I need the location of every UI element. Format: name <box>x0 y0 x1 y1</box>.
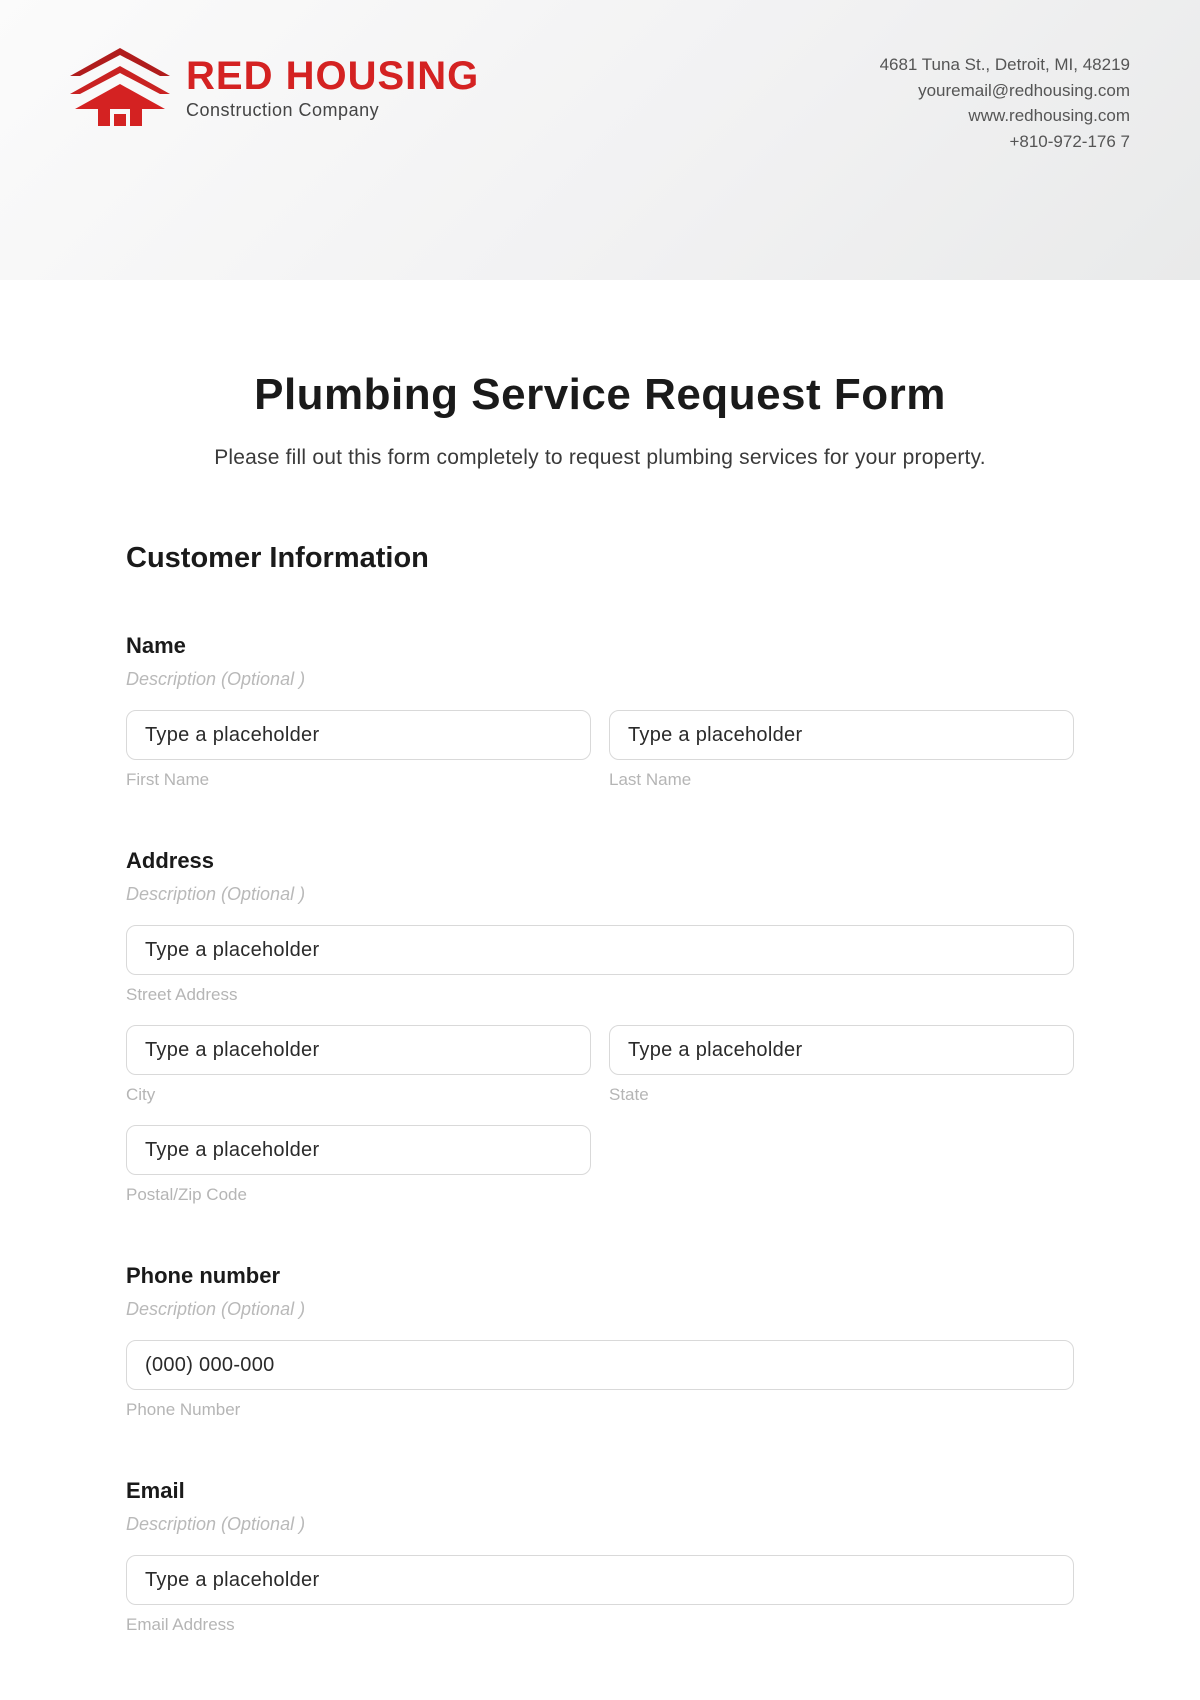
street-address-input[interactable] <box>126 925 1074 975</box>
contact-email: youremail@redhousing.com <box>880 78 1130 104</box>
intro-text: Please fill out this form completely to … <box>126 446 1074 470</box>
label-email: Email <box>126 1478 1074 1504</box>
contact-phone: +810-972-176 7 <box>880 129 1130 155</box>
phone-input[interactable] <box>126 1340 1074 1390</box>
header: RED HOUSING Construction Company 4681 Tu… <box>0 0 1200 280</box>
page-title: Plumbing Service Request Form <box>126 370 1074 420</box>
brand-subtitle: Construction Company <box>186 100 479 121</box>
group-name: Name Description (Optional ) First Name … <box>126 633 1074 790</box>
desc-address: Description (Optional ) <box>126 884 1074 905</box>
email-input[interactable] <box>126 1555 1074 1605</box>
house-logo-icon <box>70 48 170 128</box>
desc-name: Description (Optional ) <box>126 669 1074 690</box>
desc-email: Description (Optional ) <box>126 1514 1074 1535</box>
brand-name: RED HOUSING <box>186 56 479 96</box>
group-phone: Phone number Description (Optional ) Pho… <box>126 1263 1074 1420</box>
section-customer-info: Customer Information <box>126 542 1074 575</box>
brand-text: RED HOUSING Construction Company <box>186 56 479 121</box>
label-name: Name <box>126 633 1074 659</box>
sublabel-email: Email Address <box>126 1615 1074 1635</box>
group-email: Email Description (Optional ) Email Addr… <box>126 1478 1074 1635</box>
sublabel-state: State <box>609 1085 1074 1105</box>
last-name-input[interactable] <box>609 710 1074 760</box>
first-name-input[interactable] <box>126 710 591 760</box>
sublabel-city: City <box>126 1085 591 1105</box>
form-content: Plumbing Service Request Form Please fil… <box>0 280 1200 1635</box>
state-input[interactable] <box>609 1025 1074 1075</box>
contact-website: www.redhousing.com <box>880 103 1130 129</box>
city-input[interactable] <box>126 1025 591 1075</box>
label-phone: Phone number <box>126 1263 1074 1289</box>
brand-block: RED HOUSING Construction Company <box>70 48 479 128</box>
sublabel-first-name: First Name <box>126 770 591 790</box>
zip-input[interactable] <box>126 1125 591 1175</box>
sublabel-last-name: Last Name <box>609 770 1074 790</box>
group-address: Address Description (Optional ) Street A… <box>126 848 1074 1205</box>
contact-address: 4681 Tuna St., Detroit, MI, 48219 <box>880 52 1130 78</box>
label-address: Address <box>126 848 1074 874</box>
desc-phone: Description (Optional ) <box>126 1299 1074 1320</box>
sublabel-zip: Postal/Zip Code <box>126 1185 591 1205</box>
sublabel-phone: Phone Number <box>126 1400 1074 1420</box>
company-contact: 4681 Tuna St., Detroit, MI, 48219 yourem… <box>880 52 1130 154</box>
sublabel-street: Street Address <box>126 985 1074 1005</box>
